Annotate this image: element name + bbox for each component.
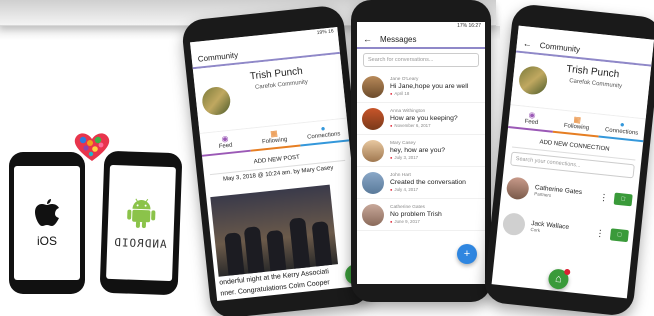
page-title: Community xyxy=(539,40,581,54)
connections-screen: ← Community Trish Punch Carefok Communit… xyxy=(491,25,654,299)
community-name: Carefok Community xyxy=(254,79,309,91)
apple-logo-icon xyxy=(35,199,59,226)
ios-screen: iOS xyxy=(14,166,80,280)
back-arrow-icon[interactable]: ← xyxy=(363,34,372,44)
person-figure xyxy=(224,232,245,276)
sender-name: John Hart xyxy=(390,173,411,178)
message-preview: No problem Trish xyxy=(390,211,442,218)
chat-icon: □ xyxy=(617,232,622,239)
conversation-row[interactable]: Catherine GatesNo problem TrishJune 9, 2… xyxy=(357,199,485,231)
connections-phone: ← Community Trish Punch Carefok Communit… xyxy=(482,2,654,316)
app-bar: ← Messages xyxy=(357,31,485,49)
message-connection-button[interactable]: □ xyxy=(609,228,629,243)
tab-feed[interactable]: ◉ Feed xyxy=(199,128,252,157)
more-options-icon[interactable]: ⋮ xyxy=(599,191,609,203)
profile-avatar[interactable] xyxy=(517,65,549,96)
message-date: July 3, 2017 xyxy=(390,155,445,160)
community-feed-phone: 19% 16 Community Trish Punch Carefok Com… xyxy=(180,4,374,316)
avatar xyxy=(362,203,384,226)
tab-feed[interactable]: ◉ Feed xyxy=(507,105,556,133)
home-icon: ⌂ xyxy=(554,272,563,286)
tab-following[interactable]: ▦ Following xyxy=(553,109,601,138)
page-title: Community xyxy=(197,50,239,64)
conversation-row[interactable]: John HartCreated the conversationJuly 4,… xyxy=(357,167,485,199)
message-date: November 6, 2017 xyxy=(390,123,458,128)
notification-dot xyxy=(563,268,571,276)
android-screen: ANDROID xyxy=(106,164,176,282)
android-phone: ANDROID xyxy=(99,150,183,296)
back-arrow-icon[interactable]: ← xyxy=(522,38,532,49)
sender-name: Jane O'Leary xyxy=(390,77,419,82)
tab-feed-label: Feed xyxy=(524,118,539,127)
avatar xyxy=(505,176,530,201)
new-conversation-fab-button[interactable]: + xyxy=(457,244,477,264)
profile-avatar[interactable] xyxy=(200,85,232,117)
avatar xyxy=(362,171,384,194)
messages-screen: 17% 16:27 ← Messages Search for conversa… xyxy=(357,22,485,284)
post-image[interactable] xyxy=(210,184,339,277)
person-figure xyxy=(243,226,265,274)
sender-name: Mary Casey xyxy=(390,141,416,146)
person-figure xyxy=(311,221,333,267)
tab-following-label: Following xyxy=(261,136,288,146)
message-connection-button[interactable]: □ xyxy=(613,192,633,207)
sender-name: Catherine Gates xyxy=(390,205,425,210)
ios-label: iOS xyxy=(36,234,57,248)
page-title: Messages xyxy=(380,34,417,44)
avatar xyxy=(362,107,384,130)
status-bar: 17% 16:27 xyxy=(357,22,485,31)
person-figure xyxy=(266,229,287,272)
community-feed-screen: 19% 16 Community Trish Punch Carefok Com… xyxy=(190,26,365,302)
avatar xyxy=(362,75,384,98)
message-preview: Created the conversation xyxy=(390,179,466,186)
message-date: April 18 xyxy=(390,91,468,96)
tab-following-label: Following xyxy=(563,122,590,132)
messages-phone: 17% 16:27 ← Messages Search for conversa… xyxy=(351,0,491,302)
message-preview: How are you keeping? xyxy=(390,115,458,122)
home-fab-button[interactable]: ⌂ xyxy=(547,268,571,291)
avatar xyxy=(362,139,384,162)
avatar xyxy=(501,212,527,237)
ios-phone: iOS xyxy=(9,152,85,294)
android-label: ANDROID xyxy=(113,235,168,251)
tab-connections[interactable]: ● Connections xyxy=(297,118,350,147)
more-options-icon[interactable]: ⋮ xyxy=(595,227,605,239)
message-preview: hey, how are you? xyxy=(390,147,446,154)
sender-name: Anna Withington xyxy=(390,109,426,114)
conversation-row[interactable]: Jane O'LearyHi Jane,hope you are wellApr… xyxy=(357,71,485,103)
conversation-row[interactable]: Anna WithingtonHow are you keeping?Novem… xyxy=(357,103,485,135)
promo-stage: iOS ANDROID 19% 16 Community Trish Punch… xyxy=(0,0,654,316)
message-date: July 4, 2017 xyxy=(390,187,466,192)
conversation-search-input[interactable]: Search for conversations... xyxy=(363,53,479,67)
chat-icon: □ xyxy=(621,196,626,203)
tab-following[interactable]: ▦ Following xyxy=(248,123,301,152)
android-robot-icon xyxy=(127,198,156,228)
message-date: June 9, 2017 xyxy=(390,219,442,224)
conversation-row[interactable]: Mary Caseyhey, how are you?July 3, 2017 xyxy=(357,135,485,167)
person-figure xyxy=(289,217,311,269)
tab-feed-label: Feed xyxy=(218,142,233,150)
tab-connections[interactable]: ● Connections xyxy=(598,114,646,143)
message-preview: Hi Jane,hope you are well xyxy=(390,83,469,90)
